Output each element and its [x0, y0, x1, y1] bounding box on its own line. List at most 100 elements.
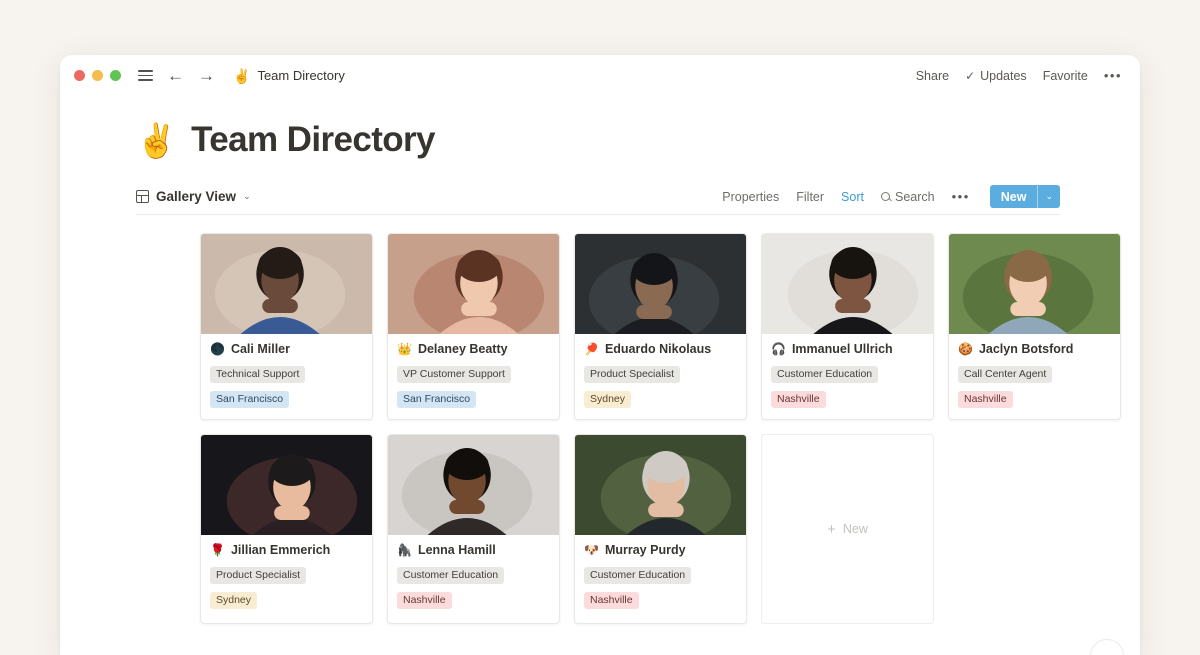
- gallery-grid: 🌑 Cali Miller Technical Support San Fran…: [200, 233, 1140, 624]
- view-toolbar-actions: Properties Filter Sort Search ••• New ⌄: [722, 185, 1060, 208]
- titlebar-actions: Share ✓ Updates Favorite •••: [916, 68, 1122, 83]
- role-tag[interactable]: Customer Education: [771, 366, 878, 383]
- card-title-row: 🌹 Jillian Emmerich: [210, 543, 363, 557]
- zoom-window-icon[interactable]: [110, 70, 121, 81]
- card-person-name: Murray Purdy: [605, 543, 686, 557]
- gallery-card[interactable]: 🎧 Immanuel Ullrich Customer Education Na…: [761, 233, 934, 420]
- card-body: 🌹 Jillian Emmerich Product Specialist Sy…: [201, 535, 372, 620]
- gallery-card[interactable]: 🦍 Lenna Hamill Customer Education Nashvi…: [387, 434, 560, 624]
- card-title-row: 👑 Delaney Beatty: [397, 342, 550, 356]
- properties-button[interactable]: Properties: [722, 190, 779, 204]
- favorite-button[interactable]: Favorite: [1043, 69, 1088, 83]
- view-tab-label: Gallery View: [156, 189, 236, 204]
- card-emoji-icon: 👑: [397, 343, 412, 355]
- more-options-icon[interactable]: •••: [1104, 68, 1122, 83]
- back-arrow-icon[interactable]: ←: [167, 67, 184, 84]
- share-button[interactable]: Share: [916, 69, 949, 83]
- gallery-grid-icon: [136, 190, 149, 203]
- card-body: 👑 Delaney Beatty VP Customer Support San…: [388, 334, 559, 419]
- card-photo: [388, 435, 559, 535]
- card-emoji-icon: 🌹: [210, 544, 225, 556]
- new-button[interactable]: New ⌄: [990, 185, 1060, 208]
- page-header: ✌️ Team Directory: [60, 96, 1140, 160]
- role-tag[interactable]: Customer Education: [397, 567, 504, 584]
- card-body: 🎧 Immanuel Ullrich Customer Education Na…: [762, 334, 933, 419]
- breadcrumb-label[interactable]: Team Directory: [257, 68, 344, 83]
- role-tag[interactable]: Technical Support: [210, 366, 305, 383]
- card-photo: [762, 234, 933, 334]
- app-window: ← → ✌️ Team Directory Share ✓ Updates Fa…: [60, 55, 1140, 655]
- card-title-row: 🌑 Cali Miller: [210, 342, 363, 356]
- view-more-options-icon[interactable]: •••: [952, 189, 970, 204]
- card-person-name: Delaney Beatty: [418, 342, 508, 356]
- role-tag[interactable]: Call Center Agent: [958, 366, 1052, 383]
- card-title-row: 🎧 Immanuel Ullrich: [771, 342, 924, 356]
- gallery-card[interactable]: 🍪 Jaclyn Botsford Call Center Agent Nash…: [948, 233, 1121, 420]
- close-window-icon[interactable]: [74, 70, 85, 81]
- card-photo: [575, 435, 746, 535]
- location-tag[interactable]: San Francisco: [397, 391, 476, 408]
- card-title-row: 🦍 Lenna Hamill: [397, 543, 550, 557]
- new-button-chevron-down-icon[interactable]: ⌄: [1037, 185, 1060, 208]
- check-icon: ✓: [965, 69, 975, 83]
- location-tag[interactable]: Sydney: [210, 592, 257, 609]
- card-person-name: Cali Miller: [231, 342, 290, 356]
- location-tag[interactable]: San Francisco: [210, 391, 289, 408]
- gallery-card[interactable]: 👑 Delaney Beatty VP Customer Support San…: [387, 233, 560, 420]
- role-tag[interactable]: Product Specialist: [210, 567, 306, 584]
- card-body: 🍪 Jaclyn Botsford Call Center Agent Nash…: [949, 334, 1120, 419]
- gallery-card[interactable]: 🏓 Eduardo Nikolaus Product Specialist Sy…: [574, 233, 747, 420]
- chevron-down-icon[interactable]: ⌄: [243, 191, 251, 202]
- sort-button[interactable]: Sort: [841, 190, 864, 204]
- updates-label: Updates: [980, 69, 1027, 83]
- location-tag[interactable]: Nashville: [584, 592, 639, 609]
- card-person-name: Immanuel Ullrich: [792, 342, 893, 356]
- help-button[interactable]: [1090, 639, 1124, 655]
- page-title[interactable]: Team Directory: [191, 120, 435, 160]
- traffic-light-buttons[interactable]: [74, 70, 121, 81]
- page-content: ✌️ Team Directory Gallery View ⌄ Propert…: [60, 96, 1140, 655]
- card-title-row: 🐶 Murray Purdy: [584, 543, 737, 557]
- view-toolbar: Gallery View ⌄ Properties Filter Sort Se…: [136, 186, 1060, 215]
- gallery-card[interactable]: 🌹 Jillian Emmerich Product Specialist Sy…: [200, 434, 373, 624]
- navigation-arrows: ← →: [167, 67, 215, 84]
- card-title-row: 🍪 Jaclyn Botsford: [958, 342, 1111, 356]
- breadcrumb[interactable]: ✌️ Team Directory: [233, 68, 345, 83]
- gallery-card[interactable]: 🌑 Cali Miller Technical Support San Fran…: [200, 233, 373, 420]
- minimize-window-icon[interactable]: [92, 70, 103, 81]
- plus-icon: +: [827, 522, 836, 537]
- role-tag[interactable]: VP Customer Support: [397, 366, 511, 383]
- gallery-card[interactable]: 🐶 Murray Purdy Customer Education Nashvi…: [574, 434, 747, 624]
- new-card-label: New: [843, 522, 868, 536]
- card-photo: [201, 435, 372, 535]
- role-tag[interactable]: Product Specialist: [584, 366, 680, 383]
- card-photo: [201, 234, 372, 334]
- window-titlebar: ← → ✌️ Team Directory Share ✓ Updates Fa…: [60, 55, 1140, 96]
- card-emoji-icon: 🏓: [584, 343, 599, 355]
- new-card-button[interactable]: + New: [761, 434, 934, 624]
- card-photo: [949, 234, 1120, 334]
- page-emoji-icon[interactable]: ✌️: [136, 124, 177, 157]
- hamburger-menu-icon[interactable]: [135, 66, 155, 86]
- card-emoji-icon: 🍪: [958, 343, 973, 355]
- card-body: 🦍 Lenna Hamill Customer Education Nashvi…: [388, 535, 559, 620]
- card-person-name: Jillian Emmerich: [231, 543, 330, 557]
- filter-button[interactable]: Filter: [796, 190, 824, 204]
- location-tag[interactable]: Nashville: [771, 391, 826, 408]
- search-button[interactable]: Search: [881, 190, 935, 204]
- location-tag[interactable]: Sydney: [584, 391, 631, 408]
- tab-gallery-view[interactable]: Gallery View ⌄: [136, 189, 251, 204]
- card-body: 🏓 Eduardo Nikolaus Product Specialist Sy…: [575, 334, 746, 419]
- card-body: 🌑 Cali Miller Technical Support San Fran…: [201, 334, 372, 419]
- card-emoji-icon: 🦍: [397, 544, 412, 556]
- card-photo: [388, 234, 559, 334]
- role-tag[interactable]: Customer Education: [584, 567, 691, 584]
- location-tag[interactable]: Nashville: [397, 592, 452, 609]
- card-person-name: Eduardo Nikolaus: [605, 342, 711, 356]
- location-tag[interactable]: Nashville: [958, 391, 1013, 408]
- card-photo: [575, 234, 746, 334]
- card-title-row: 🏓 Eduardo Nikolaus: [584, 342, 737, 356]
- updates-button[interactable]: ✓ Updates: [965, 69, 1027, 83]
- forward-arrow-icon[interactable]: →: [198, 67, 215, 84]
- new-button-label[interactable]: New: [990, 185, 1038, 208]
